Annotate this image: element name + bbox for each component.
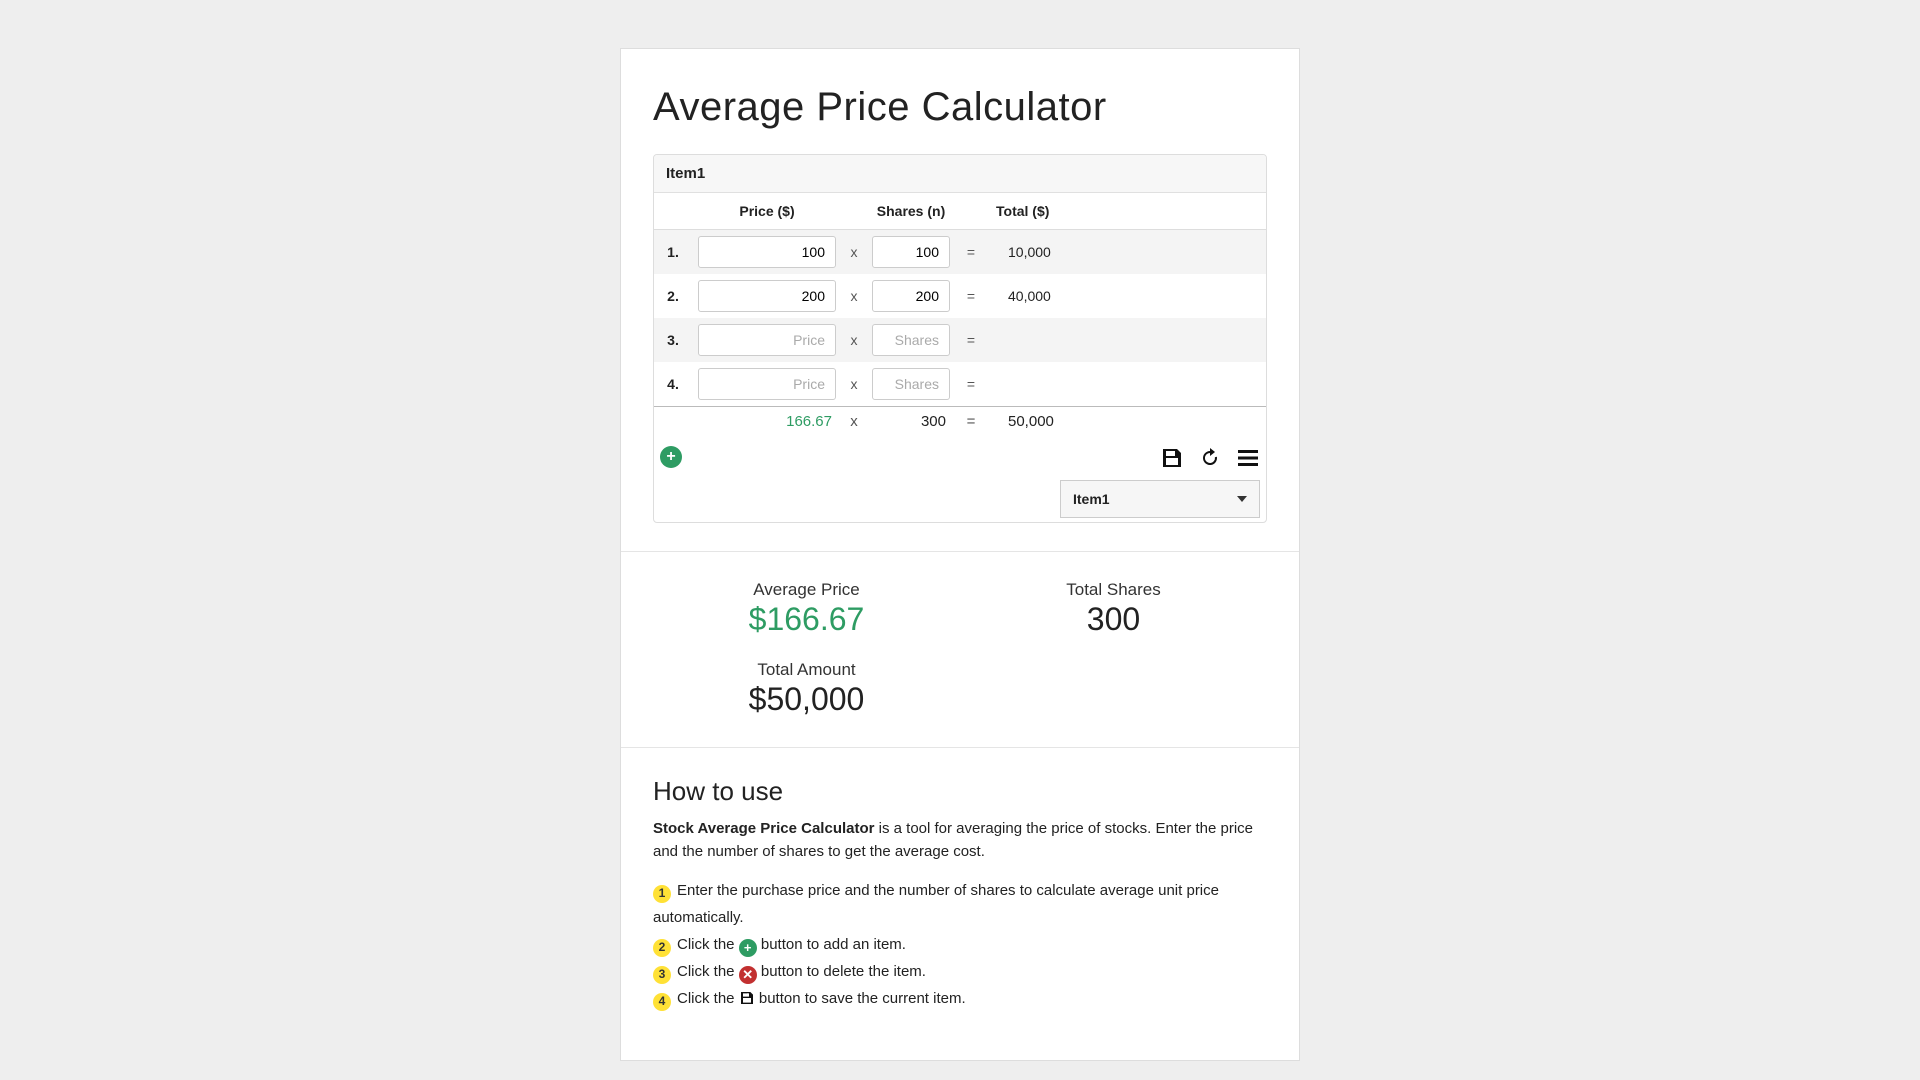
calculator-page: Average Price Calculator Item1 Price ($)… <box>620 48 1300 1061</box>
howto-steps: 1Enter the purchase price and the number… <box>653 877 1267 1012</box>
row-total <box>986 318 1266 362</box>
equals-symbol: = <box>956 407 986 437</box>
howto-step: 2 Click the + button to add an item. <box>653 931 1267 958</box>
step-text: button to delete the item. <box>757 963 926 980</box>
howto-desc-strong: Stock Average Price Calculator <box>653 820 874 837</box>
summary-row: 166.67 x 300 = 50,000 <box>654 407 1266 437</box>
times-symbol: x <box>842 407 866 437</box>
equals-symbol: = <box>956 230 986 275</box>
table-row: 1. x =10,000 <box>654 230 1266 275</box>
delete-icon: ✕ <box>739 966 757 984</box>
price-input[interactable] <box>698 324 836 356</box>
refresh-icon <box>1198 446 1222 470</box>
actions-row: + Item1 <box>654 436 1266 522</box>
col-total: Total ($) <box>986 193 1266 230</box>
page-title: Average Price Calculator <box>653 85 1267 130</box>
item-select[interactable]: Item1 <box>1060 480 1260 518</box>
howto-step: 4 Click the button to save the current it… <box>653 985 1267 1012</box>
summary-avg: 166.67 <box>692 407 842 437</box>
col-shares: Shares (n) <box>866 193 956 230</box>
card-header: Item1 <box>654 155 1266 193</box>
howto-desc: Stock Average Price Calculator is a tool… <box>653 817 1267 864</box>
table-row: 4. x = <box>654 362 1266 407</box>
refresh-button[interactable] <box>1198 446 1222 470</box>
step-text: Click the <box>677 936 739 953</box>
calc-table: Price ($) Shares (n) Total ($) 1.x=10,00… <box>654 193 1266 436</box>
howto-step: 1Enter the purchase price and the number… <box>653 877 1267 931</box>
stats-panel: Average Price $166.67 Total Shares 300 T… <box>653 580 1267 719</box>
row-total: 40,000 <box>986 274 1266 318</box>
times-symbol: x <box>842 318 866 362</box>
menu-button[interactable] <box>1236 446 1260 470</box>
equals-symbol: = <box>956 318 986 362</box>
save-button[interactable] <box>1160 446 1184 470</box>
total-amount-value: $50,000 <box>653 680 960 718</box>
howto-heading: How to use <box>653 776 1267 807</box>
shares-input[interactable] <box>872 280 950 312</box>
item-card: Item1 Price ($) Shares (n) Total ($) 1. x… <box>653 154 1267 523</box>
times-symbol: x <box>842 274 866 318</box>
summary-shares: 300 <box>866 407 956 437</box>
shares-input[interactable] <box>872 368 950 400</box>
table-row: 2. x =40,000 <box>654 274 1266 318</box>
howto-step: 3 Click the ✕ button to delete the item. <box>653 958 1267 985</box>
save-icon <box>739 990 755 1006</box>
summary-total: 50,000 <box>986 407 1266 437</box>
row-total: 10,000 <box>986 230 1266 275</box>
step-text: Enter the purchase price and the number … <box>653 882 1219 926</box>
step-number-badge: 1 <box>653 885 671 903</box>
divider <box>621 747 1299 748</box>
times-symbol: x <box>842 230 866 275</box>
step-number-badge: 4 <box>653 993 671 1011</box>
times-symbol: x <box>842 362 866 407</box>
add-row-button[interactable]: + <box>660 446 682 468</box>
price-input[interactable] <box>698 236 836 268</box>
avg-price-label: Average Price <box>653 580 960 600</box>
step-number-badge: 2 <box>653 939 671 957</box>
equals-symbol: = <box>956 274 986 318</box>
price-input[interactable] <box>698 368 836 400</box>
step-number-badge: 3 <box>653 966 671 984</box>
row-number: 3. <box>654 318 692 362</box>
step-text: button to save the current item. <box>755 990 966 1007</box>
total-shares-label: Total Shares <box>960 580 1267 600</box>
row-number: 1. <box>654 230 692 275</box>
row-total <box>986 362 1266 407</box>
equals-symbol: = <box>956 362 986 407</box>
step-text: Click the <box>677 990 739 1007</box>
shares-input[interactable] <box>872 324 950 356</box>
plus-icon: + <box>666 448 675 466</box>
shares-input[interactable] <box>872 236 950 268</box>
item-select-value: Item1 <box>1073 491 1110 507</box>
total-amount-label: Total Amount <box>653 660 960 680</box>
row-number: 4. <box>654 362 692 407</box>
total-shares-value: 300 <box>960 600 1267 638</box>
divider <box>621 551 1299 552</box>
col-price: Price ($) <box>692 193 842 230</box>
table-row: 3. x = <box>654 318 1266 362</box>
step-text: button to add an item. <box>757 936 906 953</box>
step-text: Click the <box>677 963 739 980</box>
avg-price-value: $166.67 <box>653 600 960 638</box>
price-input[interactable] <box>698 280 836 312</box>
menu-icon <box>1236 446 1260 470</box>
plus-icon: + <box>739 939 757 957</box>
row-number: 2. <box>654 274 692 318</box>
save-icon <box>1160 446 1184 470</box>
